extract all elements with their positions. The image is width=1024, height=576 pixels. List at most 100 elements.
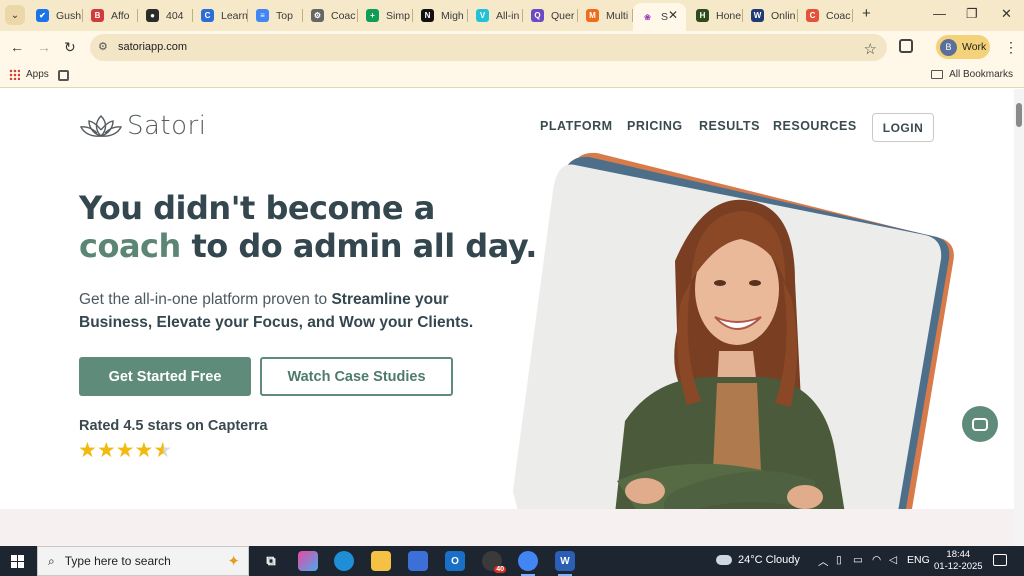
next-section-band bbox=[0, 509, 1014, 546]
browser-tab[interactable]: N Migh bbox=[413, 4, 468, 27]
page-content: Satori PLATFORM PRICING RESULTS RESOURCE… bbox=[0, 89, 1014, 546]
nav-results[interactable]: RESULTS bbox=[699, 119, 760, 133]
star-icon: ★ bbox=[115, 439, 135, 462]
browser-tab[interactable]: + Simp bbox=[358, 4, 413, 27]
chrome-icon[interactable] bbox=[518, 551, 538, 576]
store-icon[interactable] bbox=[408, 551, 428, 571]
nav-platform[interactable]: PLATFORM bbox=[540, 119, 613, 133]
brand-name: Satori bbox=[127, 111, 207, 141]
apps-bookmark[interactable]: Apps bbox=[9, 69, 49, 80]
extensions-icon[interactable] bbox=[899, 39, 913, 53]
headline-line-2: coach to do admin all day. bbox=[79, 227, 537, 265]
volume-icon[interactable]: ◁ bbox=[889, 554, 897, 566]
get-started-button[interactable]: Get Started Free bbox=[79, 357, 251, 396]
browser-tab[interactable]: ✔ Gush bbox=[28, 4, 83, 27]
browser-tab[interactable]: ❀ S ✕ bbox=[633, 3, 686, 31]
browser-tab[interactable]: Q Quer bbox=[523, 4, 578, 27]
weather-widget[interactable]: 24°C Cloudy bbox=[716, 554, 800, 566]
page-scrollbar[interactable] bbox=[1014, 89, 1024, 546]
headline-line-1: You didn't become a bbox=[79, 189, 435, 227]
scrollbar-thumb[interactable] bbox=[1016, 103, 1022, 127]
tab-favicon-icon: N bbox=[421, 9, 434, 22]
system-clock[interactable]: 18:44 01-12-2025 bbox=[934, 549, 983, 573]
login-button[interactable]: LOGIN bbox=[872, 113, 934, 142]
address-bar[interactable]: ⚙ satoriapp.com ☆ bbox=[90, 34, 887, 61]
tab-groups-icon[interactable] bbox=[58, 70, 69, 81]
word-icon[interactable]: W bbox=[555, 551, 575, 576]
tab-favicon-icon: ≡ bbox=[256, 9, 269, 22]
language-indicator[interactable]: ENG bbox=[907, 554, 930, 566]
edge-icon[interactable] bbox=[334, 551, 354, 571]
url-text[interactable]: satoriapp.com bbox=[118, 41, 187, 53]
task-view-icon[interactable]: ⧉ bbox=[261, 551, 281, 571]
copilot-icon[interactable] bbox=[298, 551, 318, 571]
tab-favicon-icon: H bbox=[696, 9, 709, 22]
browser-tab[interactable]: H Hone bbox=[688, 4, 743, 27]
reload-button[interactable]: ↻ bbox=[64, 39, 76, 56]
browser-tab[interactable]: W Onlin bbox=[743, 4, 798, 27]
tab-title: Coac bbox=[331, 9, 356, 22]
tab-title: All-in bbox=[496, 9, 520, 22]
tab-favicon-icon: ✔ bbox=[36, 9, 49, 22]
new-tab-button[interactable]: + bbox=[862, 5, 871, 22]
star-icon: ★ bbox=[78, 439, 97, 462]
headline-line-2-rest: to do admin all day. bbox=[180, 227, 537, 265]
lotus-icon bbox=[79, 115, 123, 137]
tab-title: Affo bbox=[111, 9, 130, 22]
weather-text: 24°C Cloudy bbox=[738, 554, 800, 566]
device-icon[interactable]: ▯ bbox=[836, 554, 842, 566]
browser-tab[interactable]: M Multi bbox=[578, 4, 633, 27]
clock-date: 01-12-2025 bbox=[934, 561, 983, 572]
taskbar-search-input[interactable]: ⌕ Type here to search ✦ bbox=[37, 546, 249, 576]
tab-search-chevron-icon[interactable]: ⌄ bbox=[5, 5, 25, 25]
chat-widget-button[interactable] bbox=[962, 406, 998, 442]
chrome-badge: 40 bbox=[494, 566, 506, 573]
tab-strip: ⌄ ✔ Gush B Affo ● 404 C Learn ≡ Top ⚙ Coac + Simp N Mig… bbox=[0, 0, 1024, 31]
subhead-lead: Get the all-in-one platform proven to bbox=[79, 291, 332, 308]
apps-label: Apps bbox=[26, 69, 49, 80]
wifi-icon[interactable]: ◠ bbox=[872, 554, 881, 566]
browser-tab[interactable]: C Coac bbox=[798, 4, 853, 27]
nav-pricing[interactable]: PRICING bbox=[627, 119, 683, 133]
close-window-button[interactable]: ✕ bbox=[1001, 6, 1012, 22]
all-bookmarks-button[interactable]: All Bookmarks bbox=[931, 69, 1013, 80]
browser-tab[interactable]: V All-in bbox=[468, 4, 523, 27]
notification-icon[interactable] bbox=[993, 554, 1007, 566]
taskbar-search-placeholder: Type here to search bbox=[64, 554, 171, 568]
file-explorer-icon[interactable] bbox=[371, 551, 391, 571]
tab-favicon-icon: C bbox=[806, 9, 819, 22]
hero-headline: You didn't become a coach to do admin al… bbox=[79, 189, 537, 265]
back-button[interactable]: ← bbox=[10, 39, 24, 55]
hero-subheading: Get the all-in-one platform proven to St… bbox=[79, 288, 509, 334]
profile-button[interactable]: B Work bbox=[936, 35, 990, 59]
search-icon: ⌕ bbox=[48, 553, 55, 568]
browser-tab[interactable]: C Learn bbox=[193, 4, 248, 27]
browser-tab[interactable]: ⚙ Coac bbox=[303, 4, 358, 27]
watch-case-studies-button[interactable]: Watch Case Studies bbox=[260, 357, 453, 396]
tab-favicon-icon: ● bbox=[146, 9, 159, 22]
satori-logo[interactable]: Satori bbox=[79, 111, 206, 141]
outlook-icon[interactable]: O bbox=[445, 551, 465, 571]
minimize-button[interactable]: — bbox=[933, 6, 946, 21]
browser-tab[interactable]: B Affo bbox=[83, 4, 138, 27]
battery-icon[interactable]: ▭ bbox=[853, 554, 863, 566]
browser-tab[interactable]: ● 404 bbox=[138, 4, 193, 27]
tab-close-icon[interactable]: ✕ bbox=[668, 8, 678, 22]
search-highlight-icon: ✦ bbox=[227, 553, 240, 570]
tab-title: Top bbox=[276, 9, 293, 22]
windows-taskbar: ⌕ Type here to search ✦ ⧉ O 40 W 24°C Cl… bbox=[0, 546, 1024, 576]
nav-resources[interactable]: RESOURCES bbox=[773, 119, 857, 133]
tab-title: Gush bbox=[56, 9, 82, 22]
bookmark-star-icon[interactable]: ☆ bbox=[864, 38, 877, 62]
folder-icon bbox=[931, 70, 944, 79]
tray-chevron-icon[interactable]: ︿ bbox=[818, 554, 829, 569]
forward-button[interactable]: → bbox=[37, 39, 51, 55]
browser-menu-icon[interactable]: ⋮ bbox=[1004, 39, 1018, 56]
profile-label: Work bbox=[962, 41, 987, 53]
chrome-profile-icon[interactable]: 40 bbox=[482, 551, 506, 573]
site-settings-icon[interactable]: ⚙ bbox=[98, 40, 108, 53]
browser-tab[interactable]: ≡ Top bbox=[248, 4, 303, 27]
restore-button[interactable]: ❐ bbox=[966, 6, 978, 22]
half-star-icon: ★ bbox=[153, 439, 173, 462]
windows-start-icon[interactable] bbox=[11, 555, 24, 568]
